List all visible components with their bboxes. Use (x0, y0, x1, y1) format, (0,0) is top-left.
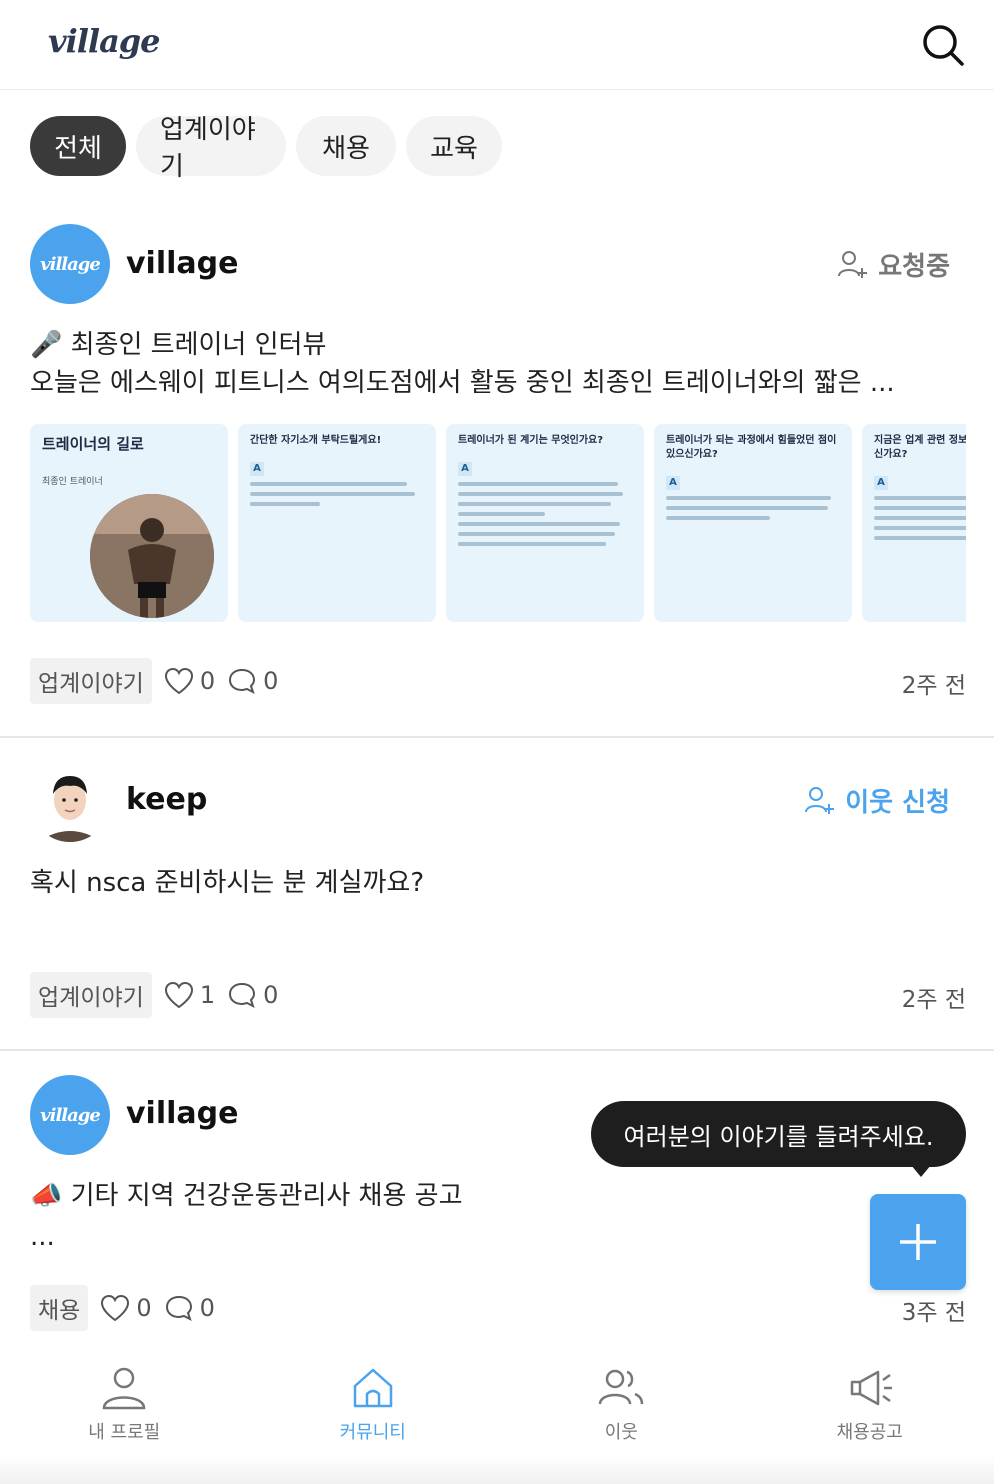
thumb-question: 지금은 업계 관련 정보를 어떻게 얻고 계신가요? (874, 435, 966, 460)
search-icon[interactable] (920, 22, 966, 68)
megaphone-icon (850, 1370, 892, 1406)
thumb-answer-mark: A (250, 462, 264, 476)
thumb-answer-mark: A (874, 476, 888, 490)
nav-label: 커뮤니티 (339, 1422, 406, 1443)
thumb-question: 트레이너가 되는 과정에서 힘들었던 점이 있으신가요? (666, 435, 837, 460)
like-button[interactable]: 0 (100, 1294, 152, 1322)
carousel-image[interactable]: 트레이너가 된 계기는 무엇인가요? A (446, 424, 644, 622)
avatar[interactable]: village (30, 1075, 110, 1155)
bottom-navigation: 내 프로필 커뮤니티 이웃 채용공고 (0, 1340, 994, 1484)
home-icon (353, 1368, 392, 1408)
nav-jobs[interactable]: 채용공고 (746, 1340, 994, 1484)
thumb-answer-mark: A (458, 462, 472, 476)
post-title[interactable]: 🎤 최종인 트레이너 인터뷰 (30, 326, 326, 364)
category-tabs: 전체 업계이야기 채용 교육 (30, 115, 502, 182)
nav-community[interactable]: 커뮤니티 (249, 1340, 498, 1484)
nav-label: 내 프로필 (88, 1422, 161, 1443)
like-button[interactable]: 0 (164, 667, 215, 695)
app-logo[interactable]: village (48, 22, 161, 60)
post-title[interactable]: 📣 기타 지역 건강운동관리사 채용 공고 (30, 1177, 463, 1215)
comment-button[interactable]: 0 (164, 1294, 215, 1322)
app-header: village (0, 0, 994, 90)
comment-icon (165, 1295, 192, 1321)
comment-button[interactable]: 0 (227, 667, 278, 695)
post-author[interactable]: keep (126, 782, 207, 817)
follow-label: 요청중 (878, 252, 950, 282)
image-carousel[interactable]: 트레이너의 길로 최종인 트레이너 간단한 자기소개 부탁드릴게요! A 트레이… (30, 424, 966, 624)
thumb-answer-mark: A (666, 476, 680, 490)
nav-label: 이웃 (604, 1422, 638, 1443)
heart-icon (101, 1294, 130, 1322)
like-count: 0 (136, 1294, 152, 1322)
like-count: 0 (199, 667, 216, 695)
post-body[interactable]: 오늘은 에스웨이 피트니스 여의도점에서 활동 중인 최종인 트레이너와의 짧은… (30, 364, 895, 402)
post-time: 2주 전 (901, 673, 966, 699)
comment-icon (229, 668, 256, 694)
post-divider (0, 736, 994, 738)
neighbor-request-button[interactable]: 이웃 신청 (803, 782, 950, 819)
follow-label: 이웃 신청 (845, 788, 950, 818)
nav-label: 채용공고 (836, 1422, 903, 1443)
thumb-question: 간단한 자기소개 부탁드릴게요! (250, 435, 382, 446)
trainer-photo (90, 494, 214, 618)
plus-icon (900, 1224, 936, 1260)
like-count: 1 (199, 981, 216, 1009)
tab-all[interactable]: 전체 (30, 116, 126, 176)
tab-industry-story[interactable]: 업계이야기 (136, 115, 286, 182)
carousel-image[interactable]: 간단한 자기소개 부탁드릴게요! A (238, 424, 436, 622)
category-badge[interactable]: 업계이야기 (30, 658, 152, 704)
like-button[interactable]: 1 (164, 981, 215, 1009)
add-user-icon (838, 250, 868, 278)
write-tooltip: 여러분의 이야기를 들려주세요. (591, 1101, 966, 1177)
category-badge[interactable]: 채용 (30, 1285, 89, 1331)
post-meta: 업계이야기 1 0 (30, 972, 278, 1018)
comment-count: 0 (263, 667, 279, 695)
comment-icon (229, 982, 256, 1008)
tab-education[interactable]: 교육 (406, 116, 502, 176)
carousel-image[interactable]: 트레이너가 되는 과정에서 힘들었던 점이 있으신가요? A (654, 424, 852, 622)
thumb-question: 트레이너가 된 계기는 무엇인가요? (458, 435, 604, 446)
post-time: 2주 전 (901, 987, 966, 1013)
thumb-heading: 트레이너의 길로 (42, 435, 144, 453)
nav-neighbors[interactable]: 이웃 (497, 1340, 746, 1484)
category-badge[interactable]: 업계이야기 (30, 972, 152, 1018)
thumb-subtitle: 최종인 트레이너 (42, 477, 103, 487)
post-author[interactable]: village (126, 1096, 238, 1131)
comment-count: 0 (263, 981, 279, 1009)
post-body[interactable]: 혹시 nsca 준비하시는 분 계실까요? (30, 864, 424, 902)
post-time: 3주 전 (901, 1300, 966, 1326)
post-meta: 업계이야기 0 0 (30, 658, 278, 704)
nav-profile[interactable]: 내 프로필 (0, 1340, 249, 1484)
add-user-icon (805, 786, 835, 814)
profile-icon (102, 1367, 146, 1410)
post-meta: 채용 0 0 (30, 1285, 215, 1331)
avatar[interactable] (30, 762, 110, 842)
post-author[interactable]: village (126, 246, 238, 281)
write-post-button[interactable] (870, 1194, 966, 1290)
post-divider (0, 1049, 994, 1051)
avatar[interactable]: village (30, 224, 110, 304)
people-icon (599, 1369, 644, 1405)
comment-button[interactable]: 0 (227, 981, 278, 1009)
heart-icon (164, 981, 193, 1009)
comment-count: 0 (199, 1294, 215, 1322)
carousel-image[interactable]: 트레이너의 길로 최종인 트레이너 (30, 424, 228, 622)
tab-hiring[interactable]: 채용 (296, 116, 396, 176)
carousel-image[interactable]: 지금은 업계 관련 정보를 어떻게 얻고 계신가요? A (862, 424, 966, 622)
follow-request-pending-button[interactable]: 요청중 (836, 246, 950, 283)
post-body[interactable]: ... (30, 1218, 55, 1256)
heart-icon (164, 667, 193, 695)
